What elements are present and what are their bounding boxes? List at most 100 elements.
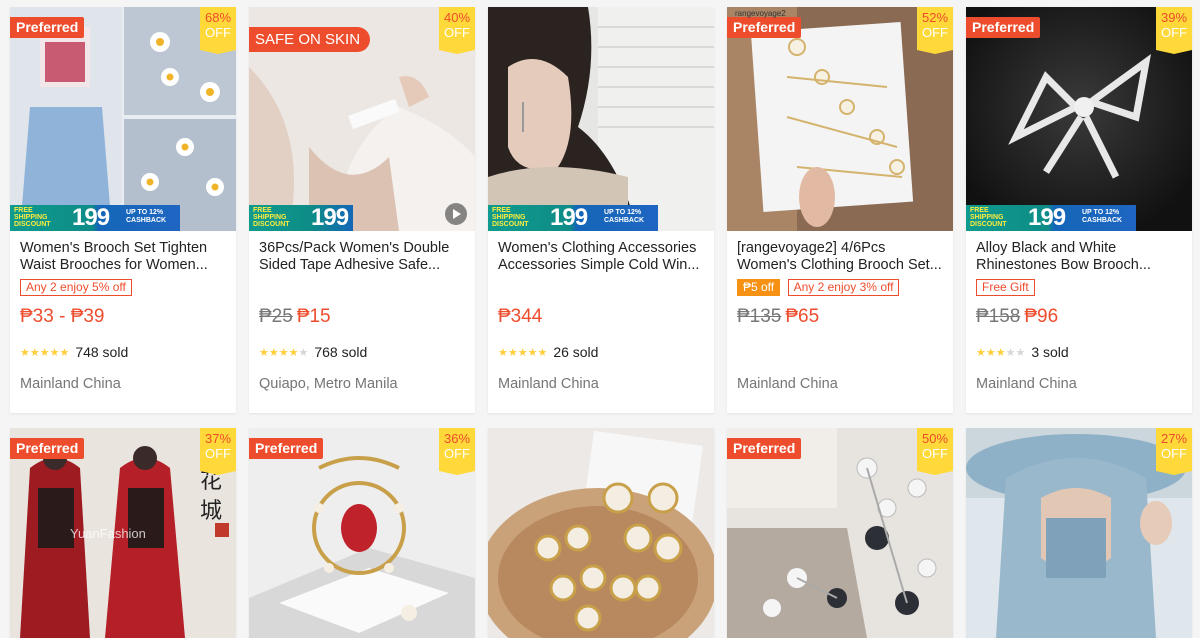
discount-percent: 27% [1160,431,1188,446]
banner-amount: 199 [72,204,110,231]
shipping-banner: FREE SHIPPING DISCOUNT 199 [249,204,353,231]
discount-badge: 37% OFF [200,428,236,475]
product-image[interactable]: Preferred 52% OFF rangevoyage2 [727,7,953,231]
voucher-tag: ₱5 off [737,279,781,296]
product-title[interactable]: [rangevoyage2] 4/6Pcs Women's Clothing B… [737,240,943,274]
discount-badge: 52% OFF [917,7,953,54]
original-price: ₱158 [976,306,1021,327]
discount-badge: 36% OFF [439,428,475,475]
product-card[interactable]: Preferred 68% OFF FREE SHIPPING DISCOUNT… [10,7,236,413]
discount-off-label: OFF [444,446,470,461]
svg-text:城: 城 [200,499,222,524]
shop-location: Mainland China [498,376,599,392]
product-card[interactable]: 27% OFF [966,428,1192,638]
product-card[interactable]: 花 城 Preferred 37% OFF YuanFashion [10,428,236,638]
shop-location: Mainland China [737,376,838,392]
discount-off-label: OFF [205,446,231,461]
discount-off-label: OFF [922,446,948,461]
product-title[interactable]: Women's Brooch Set Tighten Waist Brooche… [20,240,226,274]
banner-amount: 199 [311,204,349,231]
discount-percent: 36% [443,431,471,446]
shipping-cashback-banner: FREE SHIPPING DISCOUNT 199 UP TO 12% CAS… [488,204,658,231]
product-photo [488,428,714,638]
discount-percent: 52% [921,10,949,25]
discount-percent: 39% [1160,10,1188,25]
product-image[interactable] [488,428,714,638]
discount-percent: 37% [204,431,232,446]
preferred-badge: Preferred [249,438,324,459]
product-price: ₱158 ₱96 [976,306,1182,332]
star-rating-icon: ★★★★★ [498,346,548,359]
sold-count: 26 sold [553,344,599,360]
product-image[interactable]: Preferred 68% OFF FREE SHIPPING DISCOUNT… [10,7,236,231]
free-shipping-label: FREE SHIPPING DISCOUNT [970,207,1007,228]
product-card[interactable]: Preferred 50% OFF [727,428,953,638]
sold-count: 748 sold [75,344,129,360]
discount-badge: 50% OFF [917,428,953,475]
sale-price: ₱65 [785,306,820,327]
preferred-badge: Preferred [10,17,85,38]
cashback-label: UP TO 12% CASHBACK [604,209,645,224]
discount-off-label: OFF [922,25,948,40]
product-price: ₱33 - ₱39 [20,306,105,327]
product-image[interactable]: Preferred 39% OFF FREE SHIPPING DISCOUNT… [966,7,1192,231]
product-image[interactable]: 27% OFF [966,428,1192,638]
shipping-cashback-banner: FREE SHIPPING DISCOUNT 199 UP TO 12% CAS… [966,204,1136,231]
product-card[interactable] [488,428,714,638]
free-gift-tag: Free Gift [976,279,1035,296]
discount-badge: 39% OFF [1156,7,1192,54]
discount-off-label: OFF [444,25,470,40]
preferred-badge: Preferred [10,438,85,459]
rating-sold: ★★★★★ 748 sold [20,342,226,362]
sale-price: ₱15 [296,306,331,327]
product-title[interactable]: Women's Clothing Accessories Accessories… [498,240,704,274]
product-card[interactable]: FREE SHIPPING DISCOUNT 199 UP TO 12% CAS… [488,7,714,413]
discount-off-label: OFF [1161,25,1187,40]
product-image[interactable]: 花 城 Preferred 37% OFF YuanFashion [10,428,236,638]
banner-amount: 199 [550,204,588,231]
discount-off-label: OFF [1161,446,1187,461]
sale-price: ₱96 [1024,306,1059,327]
play-video-icon[interactable] [445,203,467,225]
discount-percent: 40% [443,10,471,25]
product-card[interactable]: Preferred 36% OFF [249,428,475,638]
product-title[interactable]: Alloy Black and White Rhinestones Bow Br… [976,240,1182,274]
rating-sold: ★★★★★ 768 sold [259,342,465,362]
product-price: ₱25 ₱15 [259,306,465,332]
product-card[interactable]: SAFE ON SKIN 40% OFF FREE SHIPPING DISCO… [249,7,475,413]
discount-badge: 27% OFF [1156,428,1192,475]
shop-watermark: rangevoyage2 [735,9,786,18]
sale-price: ₱344 [498,306,543,327]
discount-percent: 68% [204,10,232,25]
sold-count: 768 sold [314,344,368,360]
product-image[interactable]: Preferred 36% OFF [249,428,475,638]
shop-watermark: YuanFashion [70,526,146,541]
free-shipping-label: FREE SHIPPING DISCOUNT [492,207,529,228]
star-rating-icon: ★★★★★ [20,346,70,359]
star-rating-icon: ★★★★★ [976,346,1026,359]
rating-sold: ★★★★★ 26 sold [498,342,704,362]
rating-sold: ★★★★★ 3 sold [976,342,1182,362]
promo-tag: Any 2 enjoy 3% off [787,279,900,296]
original-price: ₱25 [259,306,293,327]
shop-location: Mainland China [20,376,121,392]
product-grid: Preferred 68% OFF FREE SHIPPING DISCOUNT… [0,0,1200,638]
promo-tag: Any 2 enjoy 5% off [20,279,132,296]
shop-location: Mainland China [976,376,1077,392]
product-photo [488,7,714,231]
shipping-cashback-banner: FREE SHIPPING DISCOUNT 199 UP TO 12% CAS… [10,204,180,231]
product-card[interactable]: Preferred 39% OFF FREE SHIPPING DISCOUNT… [966,7,1192,413]
product-image[interactable]: Preferred 50% OFF [727,428,953,638]
product-image[interactable]: SAFE ON SKIN 40% OFF FREE SHIPPING DISCO… [249,7,475,231]
product-image[interactable]: FREE SHIPPING DISCOUNT 199 UP TO 12% CAS… [488,7,714,231]
preferred-badge: Preferred [727,17,802,38]
banner-amount: 199 [1028,204,1066,231]
safe-on-skin-badge: SAFE ON SKIN [249,27,371,52]
discount-percent: 50% [921,431,949,446]
product-card[interactable]: Preferred 52% OFF rangevoyage2 [rangevoy… [727,7,953,413]
discount-off-label: OFF [205,25,231,40]
product-title[interactable]: 36Pcs/Pack Women's Double Sided Tape Adh… [259,240,465,274]
product-price: ₱135 ₱65 [737,306,943,332]
sold-count: 3 sold [1031,344,1069,360]
free-shipping-label: FREE SHIPPING DISCOUNT [253,207,290,228]
